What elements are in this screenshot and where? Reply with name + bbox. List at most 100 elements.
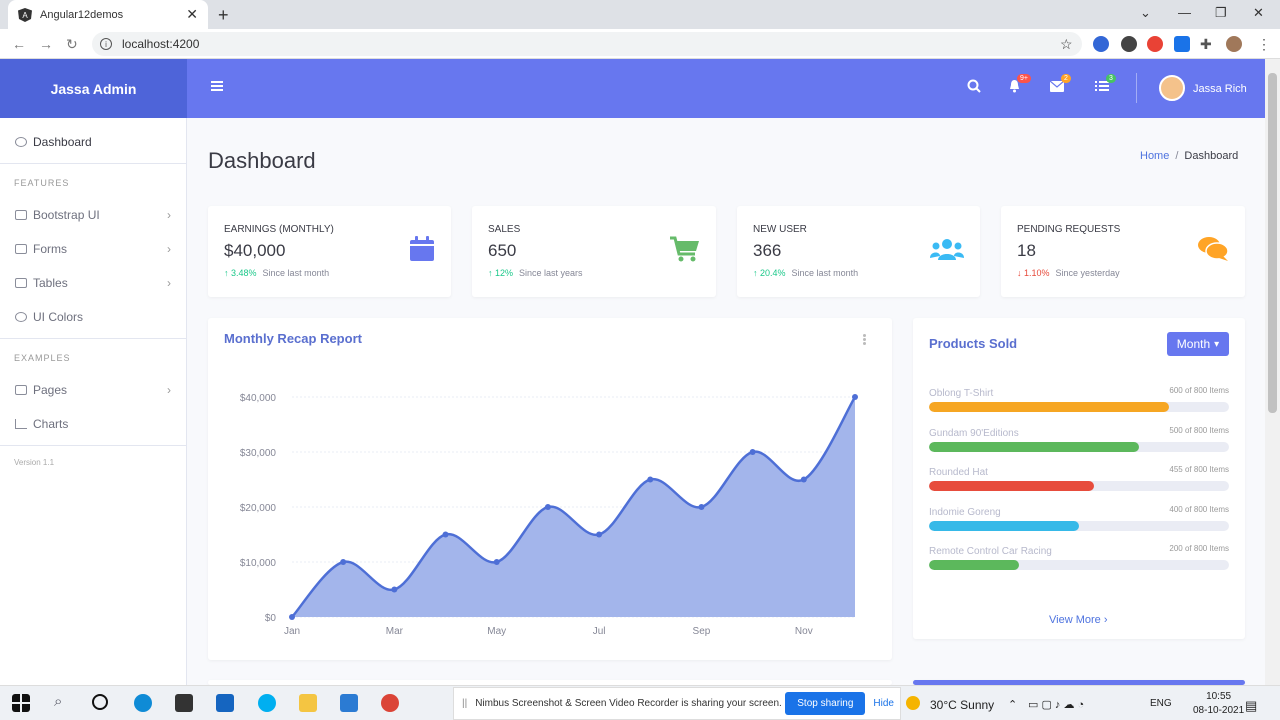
chart-point[interactable] — [391, 586, 398, 593]
stat-trend: ↑ 20.4% Since last month — [753, 268, 858, 278]
stat-value: 18 — [1017, 241, 1036, 260]
stat-trend: ↓ 1.10% Since yesterday — [1017, 268, 1120, 278]
chart-point[interactable] — [596, 531, 603, 538]
stat-value: $40,000 — [224, 241, 286, 260]
view-more-link[interactable]: View More › — [1049, 614, 1108, 626]
minimize-icon[interactable]: — — [1178, 5, 1191, 20]
arrow-up-icon: ↑ — [753, 268, 761, 278]
clock-time: 10:55 — [1206, 691, 1232, 702]
stop-sharing-button[interactable]: Stop sharing — [785, 692, 866, 715]
chart-point[interactable] — [647, 476, 654, 483]
topbar: 9+ 2 3 Jassa Rich — [187, 59, 1265, 118]
bookmark-star-icon[interactable]: ☆ — [1060, 36, 1073, 53]
site-info-icon[interactable]: i — [100, 38, 112, 50]
product-progress-track — [929, 481, 1229, 491]
brand-logo[interactable]: Jassa Admin — [0, 59, 187, 118]
month-dropdown-button[interactable]: Month ▾ — [1167, 332, 1229, 356]
chart-point[interactable] — [289, 614, 295, 620]
window-close-icon[interactable]: ✕ — [1253, 5, 1264, 21]
maximize-icon[interactable]: ❐ — [1215, 5, 1227, 21]
extension-icon[interactable] — [1121, 36, 1137, 52]
extension-icon[interactable] — [1093, 36, 1109, 52]
puzzle-icon[interactable]: ✚ — [1200, 36, 1212, 53]
chart-point[interactable] — [800, 476, 807, 483]
reload-icon[interactable]: ↻ — [66, 36, 78, 53]
calendar-icon — [410, 236, 434, 261]
hide-button[interactable]: Hide — [873, 698, 894, 709]
stat-label: Earnings (Monthly) — [224, 224, 334, 235]
weather-text[interactable]: 30°C Sunny — [930, 698, 994, 712]
sidebar-item-forms[interactable]: Forms › — [0, 232, 186, 266]
stat-note: Since yesterday — [1055, 268, 1120, 278]
avatar[interactable] — [1159, 75, 1185, 101]
page-scrollbar[interactable] — [1265, 59, 1280, 685]
sidebar-item-tables[interactable]: Tables › — [0, 266, 186, 300]
drag-handle-icon[interactable]: || — [462, 698, 467, 709]
back-icon[interactable]: ← — [12, 36, 26, 52]
omnibox[interactable]: i localhost:4200 — [92, 32, 1082, 56]
product-progress-track — [929, 441, 1229, 452]
forward-icon[interactable]: → — [39, 36, 53, 52]
product-count: 600 of 800 Items — [1169, 386, 1229, 395]
notifications-badge: 9+ — [1017, 74, 1031, 83]
chrome-icon[interactable] — [381, 694, 399, 712]
search-icon[interactable]: ⌕ — [54, 693, 72, 711]
product-row: Gundam 90'Editions 500 of 800 Items — [929, 426, 1229, 452]
product-progress-fill — [929, 441, 1139, 452]
weather-sun-icon[interactable] — [906, 696, 920, 710]
sidebar: Jassa Admin Dashboard FEATURES Bootstrap… — [0, 59, 187, 685]
chart-point[interactable] — [442, 531, 449, 538]
sidebar-item-dashboard[interactable]: Dashboard — [0, 125, 186, 159]
user-name[interactable]: Jassa Rich — [1193, 83, 1247, 95]
skype-icon[interactable] — [258, 694, 276, 712]
edge-icon[interactable] — [134, 694, 152, 712]
mail-icon[interactable] — [216, 694, 234, 712]
search-icon[interactable] — [967, 79, 981, 96]
language-indicator[interactable]: ENG — [1150, 698, 1172, 709]
bell-icon[interactable]: 9+ — [1008, 74, 1031, 96]
browser-menu-icon[interactable]: ⋮ — [1257, 36, 1271, 53]
file-explorer-icon[interactable] — [299, 694, 317, 712]
tab-search-icon[interactable]: ⌄ — [1140, 5, 1151, 21]
chart-point[interactable] — [493, 559, 500, 565]
sidebar-item-label: Forms — [33, 242, 67, 256]
breadcrumb-home-link[interactable]: Home — [1140, 150, 1169, 162]
system-clock[interactable]: 10:55 08-10-2021 — [1193, 690, 1244, 718]
chart-point[interactable] — [340, 559, 347, 565]
tasks-icon[interactable]: 3 — [1095, 74, 1116, 95]
stat-trend: ↑ 12% Since last years — [488, 268, 583, 278]
product-count: 200 of 800 Items — [1169, 544, 1229, 553]
chevron-up-icon[interactable]: ⌃ — [1008, 698, 1017, 711]
new-tab-icon[interactable]: + — [218, 5, 229, 26]
sidebar-item-ui-colors[interactable]: UI Colors — [0, 300, 186, 334]
stat-card-pending-requests: Pending Requests 18 ↓ 1.10% Since yesterd… — [1001, 206, 1245, 297]
cortana-icon[interactable] — [92, 694, 108, 710]
chart-point[interactable] — [852, 394, 858, 400]
angular-icon: A — [18, 7, 32, 22]
stat-card-sales: Sales 650 ↑ 12% Since last years — [472, 206, 716, 297]
envelope-icon[interactable]: 2 — [1049, 74, 1071, 95]
profile-avatar-icon[interactable] — [1226, 36, 1242, 52]
extension-icon[interactable] — [1147, 36, 1163, 52]
shield-extension-icon[interactable] — [1174, 36, 1190, 52]
sidebar-item-label: Bootstrap UI — [33, 208, 100, 222]
sidebar-item-label: Pages — [33, 383, 68, 397]
browser-tab[interactable]: A Angular12demos ✕ — [8, 0, 208, 29]
notification-center-icon[interactable]: ▤ — [1245, 698, 1257, 714]
scrollbar-thumb[interactable] — [1268, 73, 1277, 413]
chart-point[interactable] — [698, 504, 705, 510]
sidebar-item-pages[interactable]: Pages › — [0, 373, 186, 407]
arrow-down-icon: ↓ — [1017, 268, 1025, 278]
store-icon[interactable] — [175, 694, 193, 712]
sidebar-item-charts[interactable]: Charts — [0, 407, 186, 441]
menu-toggle-icon[interactable] — [211, 81, 223, 91]
chart-point[interactable] — [749, 449, 756, 455]
tray-icons[interactable]: ▭ ▢ ♪ ☁ ◔ — [1028, 698, 1084, 711]
windows-start-icon[interactable] — [12, 694, 30, 712]
sidebar-item-bootstrap-ui[interactable]: Bootstrap UI › — [0, 198, 186, 232]
tab-close-icon[interactable]: ✕ — [186, 6, 198, 23]
comments-icon — [1198, 237, 1229, 261]
vscode-icon[interactable] — [340, 694, 358, 712]
chart-point[interactable] — [544, 504, 551, 510]
stat-note: Since last month — [262, 268, 330, 278]
